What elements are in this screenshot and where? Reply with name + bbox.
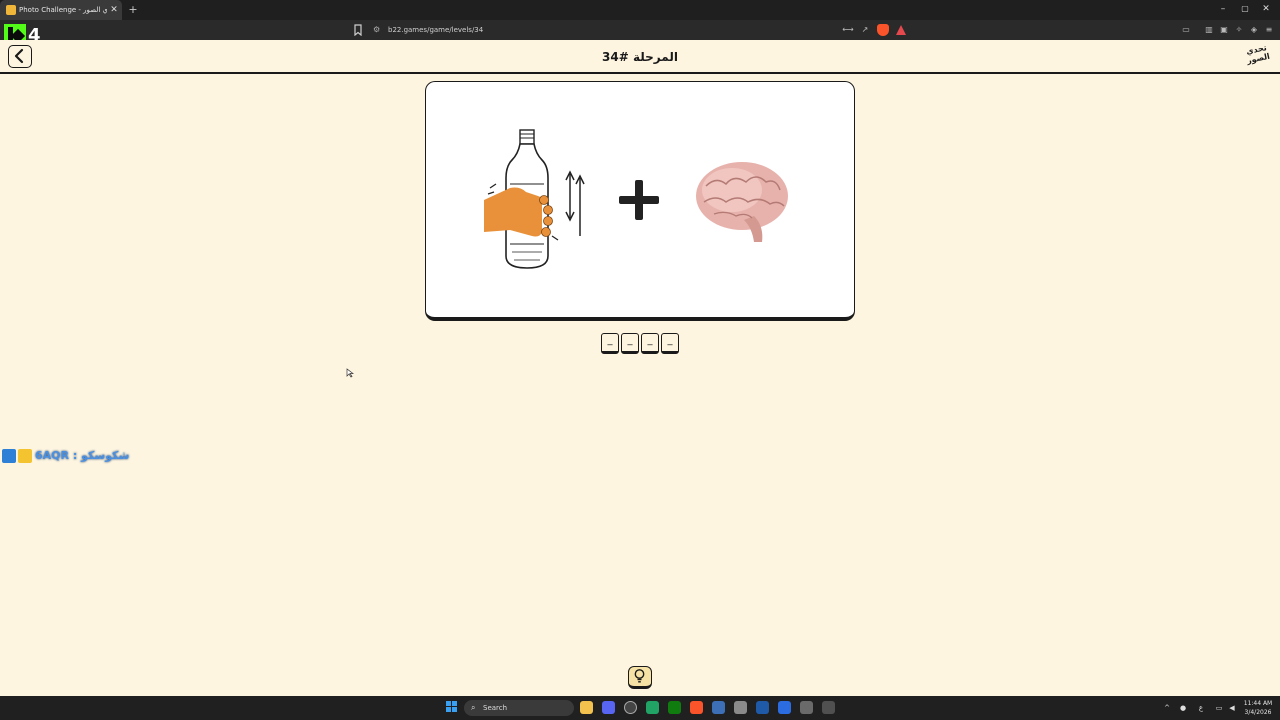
stream-credit-text: 6AQR : شكوسكو	[35, 449, 130, 462]
address-bar-url[interactable]: b22.games/game/levels/34	[388, 24, 588, 36]
steam-icon[interactable]	[756, 701, 769, 714]
brave-rewards-icon[interactable]	[895, 24, 907, 36]
social-icon	[2, 449, 16, 463]
hint-button[interactable]	[628, 666, 652, 689]
shield-app-icon[interactable]	[712, 701, 725, 714]
window-close-button[interactable]: ✕	[1259, 2, 1273, 16]
page-title: المرحلة #34	[602, 50, 678, 64]
language-indicator[interactable]: ع	[1196, 702, 1206, 714]
taskbar-search-label[interactable]: Search	[483, 702, 543, 714]
windows-start-icon[interactable]	[446, 701, 458, 713]
window-maximize-button[interactable]: ▢	[1238, 2, 1252, 16]
stream-credit-overlay: 6AQR : شكوسكو	[2, 447, 130, 465]
browser-toolbar	[0, 20, 1280, 40]
share-icon[interactable]: ↗	[859, 24, 871, 36]
brave-browser-icon[interactable]	[690, 701, 703, 714]
wallet-icon[interactable]: ▣	[1218, 24, 1230, 36]
answer-slot[interactable]: _	[661, 333, 679, 354]
crown-icon	[18, 449, 32, 463]
search-icon: ⌕	[471, 703, 476, 712]
app-icon[interactable]	[646, 701, 659, 714]
clue-image-brain	[696, 162, 788, 242]
sidebar-toggle-icon[interactable]: ▭	[1180, 24, 1192, 36]
network-icon[interactable]: ▭	[1214, 702, 1224, 714]
answer-slot[interactable]: _	[601, 333, 619, 354]
app-icon[interactable]	[822, 701, 835, 714]
vpn-icon[interactable]: ◈	[1248, 24, 1260, 36]
extensions-icon[interactable]: ✧	[1233, 24, 1245, 36]
tab-close-button[interactable]: ✕	[109, 3, 119, 17]
tab-title: Photo Challenge - تحدي الصور	[19, 6, 107, 14]
plus-icon	[619, 180, 659, 220]
translate-icon[interactable]: ⟷	[842, 24, 854, 36]
xbox-icon[interactable]	[668, 701, 681, 714]
back-arrow-icon	[14, 48, 24, 64]
new-tab-button[interactable]: +	[127, 3, 139, 17]
site-info-icon[interactable]: ⚙	[373, 25, 383, 35]
file-explorer-icon[interactable]	[580, 701, 593, 714]
app-icon[interactable]	[734, 701, 747, 714]
menu-icon[interactable]: ≡	[1263, 24, 1275, 36]
taskbar-clock-time[interactable]: 11:44 AM	[1240, 699, 1276, 708]
browser-tab-strip	[0, 0, 1280, 20]
window-minimize-button[interactable]: –	[1216, 2, 1230, 16]
obs-icon[interactable]	[624, 701, 637, 714]
discord-icon[interactable]	[602, 701, 615, 714]
lightbulb-icon	[634, 669, 645, 683]
volume-icon[interactable]: ◀	[1227, 702, 1237, 714]
taskbar	[0, 696, 1280, 720]
app-icon[interactable]	[800, 701, 813, 714]
brave-shield-icon[interactable]	[877, 24, 889, 36]
microphone-icon[interactable]: ●	[1178, 702, 1188, 714]
reading-list-icon[interactable]: ▥	[1203, 24, 1215, 36]
answer-slot[interactable]: _	[641, 333, 659, 354]
mouse-cursor-icon	[346, 368, 354, 378]
app-icon[interactable]	[778, 701, 791, 714]
answer-slot[interactable]: _	[621, 333, 639, 354]
clue-image-squeeze-bottle	[484, 129, 585, 269]
taskbar-clock-date[interactable]: 3/4/2026	[1240, 708, 1276, 717]
bookmark-icon[interactable]	[353, 24, 363, 36]
tab-favicon-icon	[6, 5, 16, 15]
tray-chevron-icon[interactable]: ^	[1162, 702, 1172, 714]
back-button[interactable]	[8, 45, 32, 68]
